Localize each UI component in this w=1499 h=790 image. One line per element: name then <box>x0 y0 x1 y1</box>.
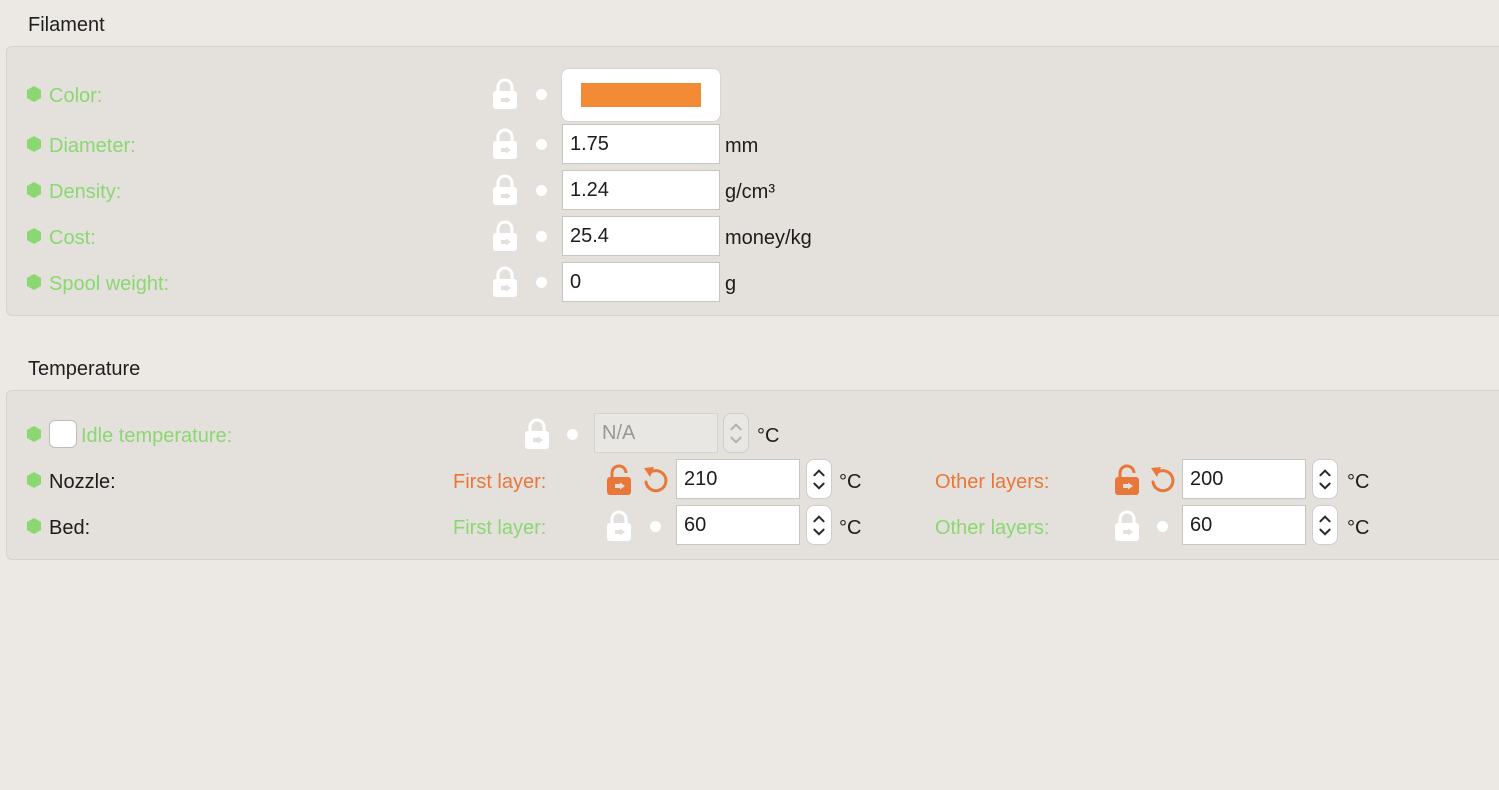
undo-arrow-icon[interactable] <box>641 464 669 494</box>
idle-temperature-checkbox[interactable] <box>49 420 77 448</box>
idle-temperature-unit: °C <box>757 425 780 447</box>
lock-icon[interactable] <box>492 128 518 160</box>
lock-icon[interactable] <box>524 418 550 450</box>
bed-first-layer-label: First layer: <box>453 517 547 539</box>
density-input[interactable]: 1.24 <box>562 170 720 210</box>
density-unit: g/cm³ <box>725 181 775 203</box>
hexagon-icon <box>27 136 41 152</box>
color-swatch <box>581 83 701 107</box>
lock-icon[interactable] <box>1114 510 1140 542</box>
chevron-up-down-icon[interactable] <box>1312 459 1338 499</box>
diameter-label: Diameter: <box>49 135 136 157</box>
nozzle-other-layers-unit: °C <box>1347 471 1370 493</box>
bullet-icon <box>1157 521 1168 532</box>
bed-label: Bed: <box>49 517 91 539</box>
bed-other-layers-input[interactable]: 60 <box>1182 505 1306 545</box>
lock-icon[interactable] <box>606 510 632 542</box>
cost-label: Cost: <box>49 227 96 249</box>
chevron-up-down-icon[interactable] <box>1312 505 1338 545</box>
bed-first-layer-unit: °C <box>839 517 862 539</box>
bed-first-layer-input[interactable]: 60 <box>676 505 800 545</box>
hexagon-icon <box>27 274 41 290</box>
diameter-input[interactable]: 1.75 <box>562 124 720 164</box>
lock-icon[interactable] <box>492 220 518 252</box>
lock-icon[interactable] <box>492 266 518 298</box>
bullet-icon <box>536 139 547 150</box>
undo-arrow-icon[interactable] <box>1148 464 1176 494</box>
nozzle-first-layer-input[interactable]: 210 <box>676 459 800 499</box>
nozzle-label: Nozzle: <box>49 471 116 493</box>
cost-unit: money/kg <box>725 227 812 249</box>
bed-other-layers-unit: °C <box>1347 517 1370 539</box>
color-picker-button[interactable] <box>561 68 721 122</box>
hexagon-icon <box>27 182 41 198</box>
lock-icon[interactable] <box>492 78 518 110</box>
bed-other-layers-label: Other layers: <box>935 517 1050 539</box>
hexagon-icon <box>27 426 41 442</box>
lock-icon[interactable] <box>492 174 518 206</box>
bullet-icon <box>536 277 547 288</box>
density-label: Density: <box>49 181 122 203</box>
spool-weight-input[interactable]: 0 <box>562 262 720 302</box>
hexagon-icon <box>27 472 41 488</box>
chevron-up-down-icon[interactable] <box>723 413 749 453</box>
unlock-icon[interactable] <box>1114 464 1140 496</box>
cost-input[interactable]: 25.4 <box>562 216 720 256</box>
hexagon-icon <box>27 86 41 102</box>
unlock-icon[interactable] <box>606 464 632 496</box>
section-title-temperature: Temperature <box>28 358 141 380</box>
idle-temperature-label: Idle temperature: <box>81 425 233 447</box>
nozzle-first-layer-label: First layer: <box>453 471 547 493</box>
idle-temperature-input[interactable]: N/A <box>594 413 718 453</box>
chevron-up-down-icon[interactable] <box>806 459 832 499</box>
nozzle-other-layers-label: Other layers: <box>935 471 1050 493</box>
diameter-unit: mm <box>725 135 759 157</box>
hexagon-icon <box>27 228 41 244</box>
nozzle-first-layer-unit: °C <box>839 471 862 493</box>
spool-weight-label: Spool weight: <box>49 273 170 295</box>
bullet-icon <box>650 521 661 532</box>
nozzle-other-layers-input[interactable]: 200 <box>1182 459 1306 499</box>
hexagon-icon <box>27 518 41 534</box>
bullet-icon <box>567 429 578 440</box>
bullet-icon <box>536 89 547 100</box>
bullet-icon <box>536 185 547 196</box>
spool-weight-unit: g <box>725 273 737 295</box>
section-title-filament: Filament <box>28 14 105 36</box>
bullet-icon <box>536 231 547 242</box>
chevron-up-down-icon[interactable] <box>806 505 832 545</box>
color-label: Color: <box>49 85 103 107</box>
